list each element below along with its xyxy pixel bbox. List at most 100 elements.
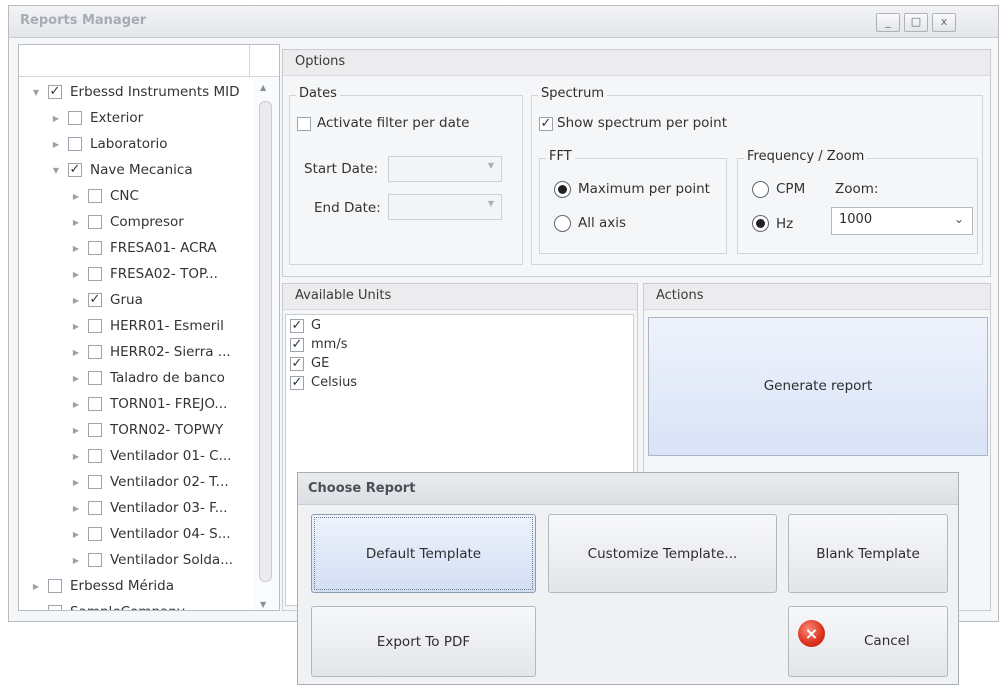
collapse-arrow-icon[interactable]: ▼: [51, 166, 61, 175]
unit-item[interactable]: ✓ G: [288, 317, 628, 336]
blank-template-button[interactable]: Blank Template: [788, 514, 948, 593]
expand-arrow-icon[interactable]: ▶: [71, 478, 81, 487]
generate-report-button[interactable]: Generate report: [648, 317, 988, 456]
tree-item-checkbox[interactable]: [88, 501, 102, 515]
unit-item[interactable]: ✓ Celsius: [288, 374, 628, 393]
unit-checkbox[interactable]: ✓: [290, 376, 304, 390]
tree-item-checkbox[interactable]: [48, 605, 62, 610]
tree-item[interactable]: ▼ ✓ Erbessd Instruments MID: [19, 80, 253, 106]
expand-arrow-icon[interactable]: ▶: [31, 608, 41, 610]
expand-arrow-icon[interactable]: ▶: [51, 114, 61, 123]
tree-item-checkbox[interactable]: [88, 189, 102, 203]
tree-item-checkbox[interactable]: [88, 319, 102, 333]
export-pdf-button[interactable]: Export To PDF: [311, 606, 536, 677]
tree-item[interactable]: ▶ Exterior: [19, 106, 253, 132]
expand-arrow-icon[interactable]: ▶: [71, 374, 81, 383]
tree-item[interactable]: ▶ HERR01- Esmeril: [19, 314, 253, 340]
tree-item-checkbox[interactable]: [88, 449, 102, 463]
tree-item-checkbox[interactable]: [88, 267, 102, 281]
tree-item[interactable]: ▶ TORN01- FREJO...: [19, 392, 253, 418]
machine-tree[interactable]: ▼ ✓ Erbessd Instruments MID ▶ Exterior ▶ Labor…: [18, 44, 280, 611]
unit-checkbox[interactable]: ✓: [290, 319, 304, 333]
collapse-arrow-icon[interactable]: ▼: [31, 88, 41, 97]
show-spectrum-checkbox[interactable]: ✓ Show spectrum per point: [539, 113, 779, 137]
tree-item-checkbox[interactable]: [48, 579, 62, 593]
tree-item-checkbox[interactable]: [88, 397, 102, 411]
expand-arrow-icon[interactable]: ▶: [51, 140, 61, 149]
expand-arrow-icon[interactable]: ▶: [71, 270, 81, 279]
tree-item-checkbox[interactable]: ✓: [48, 85, 62, 99]
tree-item-checkbox[interactable]: [88, 553, 102, 567]
tree-item[interactable]: ▶ CNC: [19, 184, 253, 210]
unit-checkbox[interactable]: ✓: [290, 338, 304, 352]
cancel-button[interactable]: × Cancel: [788, 606, 948, 677]
tree-item-label: Ventilador 04- S...: [110, 526, 231, 542]
expand-arrow-icon[interactable]: ▶: [71, 348, 81, 357]
show-spectrum-check-icon: ✓: [539, 116, 553, 131]
tree-item[interactable]: ▶ HERR02- Sierra ...: [19, 340, 253, 366]
fft-all-axis-radio[interactable]: All axis: [554, 213, 724, 235]
tree-item[interactable]: ▶ Ventilador 01- C...: [19, 444, 253, 470]
expand-arrow-icon[interactable]: ▶: [71, 244, 81, 253]
tree-item[interactable]: ▶ FRESA02- TOP...: [19, 262, 253, 288]
tree-item[interactable]: ▶ TORN02- TOPWY: [19, 418, 253, 444]
close-button[interactable]: x: [932, 13, 956, 32]
scroll-down-icon[interactable]: ▼: [260, 600, 266, 609]
activate-filter-checkbox[interactable]: Activate filter per date: [297, 113, 517, 137]
start-date-picker[interactable]: ▼: [388, 156, 502, 182]
tree-item[interactable]: ▶ Taladro de banco: [19, 366, 253, 392]
scroll-up-icon[interactable]: ▲: [260, 83, 266, 92]
expand-arrow-icon[interactable]: ▶: [71, 530, 81, 539]
tree-item-label: FRESA02- TOP...: [110, 266, 218, 282]
maximize-button[interactable]: □: [904, 13, 928, 32]
tree-item-checkbox[interactable]: [88, 371, 102, 385]
unit-item[interactable]: ✓ GE: [288, 355, 628, 374]
tree-item-checkbox[interactable]: [68, 111, 82, 125]
tree-item-checkbox[interactable]: ✓: [88, 293, 102, 307]
hz-radio[interactable]: Hz: [752, 213, 822, 235]
default-template-button[interactable]: Default Template: [311, 514, 536, 593]
tree-item[interactable]: ▶ FRESA01- ACRA: [19, 236, 253, 262]
unit-item[interactable]: ✓ mm/s: [288, 336, 628, 355]
customize-template-button[interactable]: Customize Template...: [548, 514, 777, 593]
expand-arrow-icon[interactable]: ▶: [71, 192, 81, 201]
end-date-picker[interactable]: ▼: [388, 194, 502, 220]
tree-item[interactable]: ▶ Ventilador 02- T...: [19, 470, 253, 496]
tree-item[interactable]: ▶ Ventilador Solda...: [19, 548, 253, 574]
unit-label: G: [311, 318, 322, 333]
tree-item-checkbox[interactable]: [68, 137, 82, 151]
tree-item[interactable]: ▶ ✓ Grua: [19, 288, 253, 314]
unit-checkbox[interactable]: ✓: [290, 357, 304, 371]
expand-arrow-icon[interactable]: ▶: [71, 218, 81, 227]
tree-item[interactable]: ▶ Erbessd Mérida: [19, 574, 253, 600]
fft-maximum-radio[interactable]: Maximum per point: [554, 179, 724, 201]
tree-item-checkbox[interactable]: [88, 241, 102, 255]
expand-arrow-icon[interactable]: ▶: [31, 582, 41, 591]
tree-item[interactable]: ▶ Compresor: [19, 210, 253, 236]
tree-item[interactable]: ▼ ✓ Nave Mecanica: [19, 158, 253, 184]
tree-item-checkbox[interactable]: [88, 215, 102, 229]
tree-item[interactable]: ▶ Ventilador 03- F...: [19, 496, 253, 522]
scroll-thumb[interactable]: [259, 101, 272, 582]
chevron-down-icon: ▼: [487, 199, 494, 208]
expand-arrow-icon[interactable]: ▶: [71, 556, 81, 565]
tree-item-checkbox[interactable]: [88, 475, 102, 489]
expand-arrow-icon[interactable]: ▶: [71, 504, 81, 513]
tree-item-checkbox[interactable]: [88, 527, 102, 541]
zoom-select[interactable]: 1000 ⌄: [831, 207, 973, 235]
expand-arrow-icon[interactable]: ▶: [71, 296, 81, 305]
tree-item[interactable]: ▶ Laboratorio: [19, 132, 253, 158]
activate-filter-check-icon: [297, 117, 311, 131]
tree-scrollbar[interactable]: ▲ ▼: [253, 78, 279, 610]
minimize-button[interactable]: _: [876, 13, 900, 32]
tree-item[interactable]: ▶ Ventilador 04- S...: [19, 522, 253, 548]
tree-item-checkbox[interactable]: ✓: [68, 163, 82, 177]
cpm-radio[interactable]: CPM: [752, 179, 822, 201]
tree-item[interactable]: ▶ SampleCompany: [19, 600, 253, 610]
expand-arrow-icon[interactable]: ▶: [71, 426, 81, 435]
tree-item-checkbox[interactable]: [88, 345, 102, 359]
tree-item-checkbox[interactable]: [88, 423, 102, 437]
expand-arrow-icon[interactable]: ▶: [71, 452, 81, 461]
expand-arrow-icon[interactable]: ▶: [71, 322, 81, 331]
expand-arrow-icon[interactable]: ▶: [71, 400, 81, 409]
